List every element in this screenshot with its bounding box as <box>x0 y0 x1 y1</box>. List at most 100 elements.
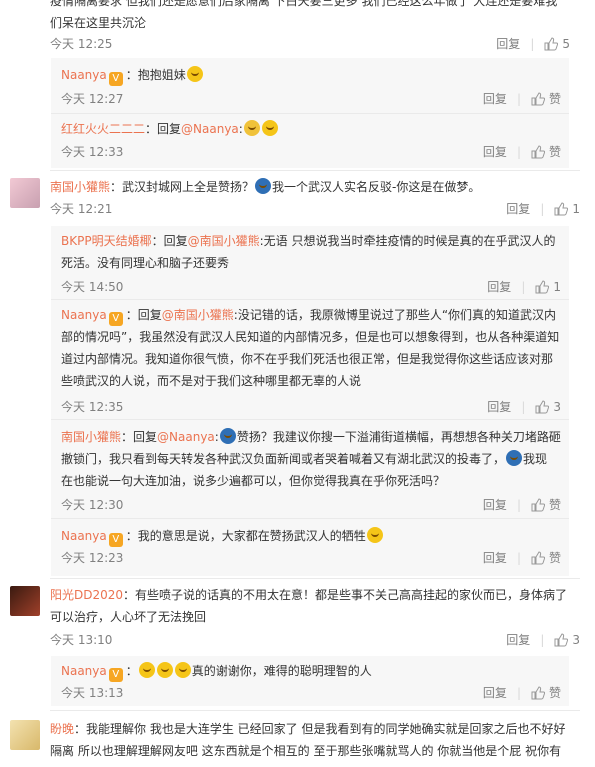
like-label[interactable]: 赞 <box>549 549 561 566</box>
reply-author[interactable]: Naanya <box>61 308 107 322</box>
hug-emoji-icon <box>174 662 191 678</box>
like-label[interactable]: 赞 <box>549 496 561 513</box>
like-count: 5 <box>562 36 570 51</box>
doge-emoji-icon <box>255 178 272 194</box>
hug-emoji-icon <box>186 66 203 82</box>
reply-text: ：我的意思是说，大家都在赞扬武汉人的牺牲 <box>125 529 366 543</box>
divider <box>51 299 569 300</box>
reply-button[interactable]: 回复 <box>487 278 511 295</box>
reply-text: 死活。没有同理心和脑子还要秀 <box>61 256 230 270</box>
comment-actions: 回复 | 3 <box>506 631 580 648</box>
mention-link[interactable]: @南国小獾熊 <box>188 234 260 248</box>
reply-text: 真的谢谢你，难得的聪明理智的人 <box>191 664 372 678</box>
reply-list: BKPP明天结婚椰：回复@南国小獾熊:无语 只想说我当时牵挂疫情的时候是真的在乎… <box>51 226 569 576</box>
reply-button[interactable]: 回复 <box>483 684 507 701</box>
mention-link[interactable]: @南国小獾熊 <box>162 308 234 322</box>
thumb-up-icon[interactable] <box>535 399 550 414</box>
reply-meta-row: 今天 12:23 回复 | 赞 <box>61 549 561 566</box>
thumb-up-icon[interactable] <box>531 91 545 106</box>
vip-badge-icon: V <box>108 668 123 682</box>
reply-author[interactable]: 红红火火二二二 <box>61 122 145 136</box>
reply-author[interactable]: Naanya <box>61 68 107 82</box>
doge-emoji-icon <box>506 450 523 466</box>
reply-actions: 回复 | 赞 <box>482 496 561 513</box>
reply-text: 道过内部情况。我知道你很气愤，你不在乎我们死活也很正常，但是我觉得你这些话应该对… <box>61 352 554 366</box>
divider <box>50 710 580 711</box>
like-count: 3 <box>553 399 561 414</box>
reply-button[interactable]: 回复 <box>483 496 507 513</box>
comment-meta-row: 今天 12:25 回复 | 5 <box>50 35 570 52</box>
reply-button[interactable]: 回复 <box>483 143 507 160</box>
reply-prefix: ：回复 <box>151 234 188 248</box>
comment-meta-row: 今天 13:10 回复 | 3 <box>50 631 580 648</box>
avatar[interactable] <box>10 720 40 750</box>
reply-time: 今天 12:23 <box>61 551 124 565</box>
reply-text: :没记错的话，我原微博里说过了那些人“你们真的知道武汉内 <box>233 308 557 322</box>
reply-text: 在也能说一句大连加油，说多少遍都可以，但你觉得我真在乎你死活吗？ <box>61 474 446 488</box>
reply-time: 今天 12:33 <box>61 145 124 159</box>
like-count: 1 <box>572 201 580 216</box>
reply-time: 今天 14:50 <box>61 280 124 294</box>
thumb-up-icon[interactable] <box>531 144 545 159</box>
reply-actions: 回复 | 1 <box>487 278 561 295</box>
comment-item: 阳光DD2020：有些喷子说的话真的不用太在意！都是些事不关己高高挂起的家伙而已… <box>10 586 580 648</box>
reply-item: BKPP明天结婚椰：回复@南国小獾熊:无语 只想说我当时牵挂疫情的时候是真的在乎… <box>61 230 561 274</box>
comment-item: 南国小獾熊：武汉封城网上全是赞扬？ 我一个武汉人实名反驳-你这是在做梦。 今天 1… <box>10 178 580 218</box>
reply-author[interactable]: Naanya <box>61 529 107 543</box>
thumb-up-icon[interactable] <box>531 685 545 700</box>
reply-button[interactable]: 回复 <box>487 398 511 415</box>
mention-link[interactable]: @Naanya <box>157 430 215 444</box>
avatar[interactable] <box>10 178 40 208</box>
like-label[interactable]: 赞 <box>549 90 561 107</box>
reply-meta-row: 今天 12:27 回复 | 赞 <box>61 90 561 107</box>
reply-button[interactable]: 回复 <box>496 35 520 52</box>
reply-time: 今天 12:27 <box>61 92 124 106</box>
reply-button[interactable]: 回复 <box>506 631 530 648</box>
thumb-up-icon[interactable] <box>531 550 545 565</box>
reply-actions: 回复 | 赞 <box>482 143 561 160</box>
vip-badge-icon: V <box>108 533 123 547</box>
thumb-up-icon[interactable] <box>535 279 550 294</box>
reply-time: 今天 12:35 <box>61 400 124 414</box>
reply-meta-row: 今天 12:35 回复 | 3 <box>61 398 561 415</box>
thumb-up-icon[interactable] <box>554 632 569 647</box>
comment-text: 盼晚：我能理解你 我也是大连学生 已经回家了 但是我看到有的同学她确实就是回家之… <box>50 718 578 762</box>
comment-time: 今天 12:25 <box>50 37 113 51</box>
avatar[interactable] <box>10 586 40 616</box>
reply-actions: 回复 | 赞 <box>482 684 561 701</box>
like-label[interactable]: 赞 <box>549 684 561 701</box>
reply-time: 今天 13:13 <box>61 686 124 700</box>
reply-button[interactable]: 回复 <box>506 200 530 217</box>
doge-emoji-icon <box>219 428 236 444</box>
reply-item: Naanya V ：回复@南国小獾熊:没记错的话，我原微博里说过了那些人“你们真的知… <box>61 304 561 392</box>
comment-author[interactable]: 阳光DD2020 <box>50 588 123 602</box>
reply-author[interactable]: 南国小獾熊 <box>61 430 121 444</box>
comment-text: 疫情隔离要求 但我们还是愿意们后家隔离 下白天要三更多 我们已经这么年做了 大连… <box>50 0 570 34</box>
hug-emoji-icon <box>156 662 173 678</box>
reply-button[interactable]: 回复 <box>483 90 507 107</box>
like-label[interactable]: 赞 <box>549 143 561 160</box>
divider <box>50 170 580 171</box>
reply-button[interactable]: 回复 <box>483 549 507 566</box>
comment-line: 们呆在这里共沉沦 <box>50 16 147 30</box>
mention-link[interactable]: @Naanya <box>181 122 239 136</box>
thumb-up-icon[interactable] <box>544 36 559 51</box>
divider <box>51 113 569 114</box>
comment-author[interactable]: 盼晚 <box>50 722 74 736</box>
vip-badge-icon: V <box>108 312 123 326</box>
comment-text: 南国小獾熊：武汉封城网上全是赞扬？ 我一个武汉人实名反驳-你这是在做梦。 <box>50 176 578 198</box>
comment-author[interactable]: 南国小獾熊 <box>50 180 110 194</box>
comment-line: 疫情隔离要求 但我们还是愿意们后家隔离 下白天要三更多 我们已经这么年做了 大连… <box>50 0 558 8</box>
comment-text-part: 隔离 所以也理解理解网友吧 这东西就是个相互的 至于那些张嘴就骂人的 你就当他是… <box>50 744 562 758</box>
thumb-up-icon[interactable] <box>531 497 545 512</box>
thumb-up-icon[interactable] <box>554 201 569 216</box>
comment-text-part: 我一个武汉人实名反驳-你这是在做梦。 <box>272 180 481 194</box>
reply-author[interactable]: Naanya <box>61 664 107 678</box>
reply-author[interactable]: BKPP明天结婚椰 <box>61 234 152 248</box>
reply-list: Naanya V：真的谢谢你，难得的聪明理智的人 今天 13:13 回复 | 赞 <box>51 656 569 706</box>
comment-top-partial: 疫情隔离要求 但我们还是愿意们后家隔离 下白天要三更多 我们已经这么年做了 大连… <box>50 0 570 34</box>
reply-text: 赞扬？我建议你搜一下溢浦街道横幅，再想想各种关刀堵路砸 <box>236 430 561 444</box>
reply-text: 撤锁门，我只看到每天转发各种武汉负面新闻或者哭着喊着又有湖北武汉的投毒了， <box>61 452 506 466</box>
comment-text-part: 可以治疗，人心坏了无法挽回 <box>50 610 207 624</box>
reply-item: 红红火火二二二：回复@Naanya: <box>61 118 561 140</box>
